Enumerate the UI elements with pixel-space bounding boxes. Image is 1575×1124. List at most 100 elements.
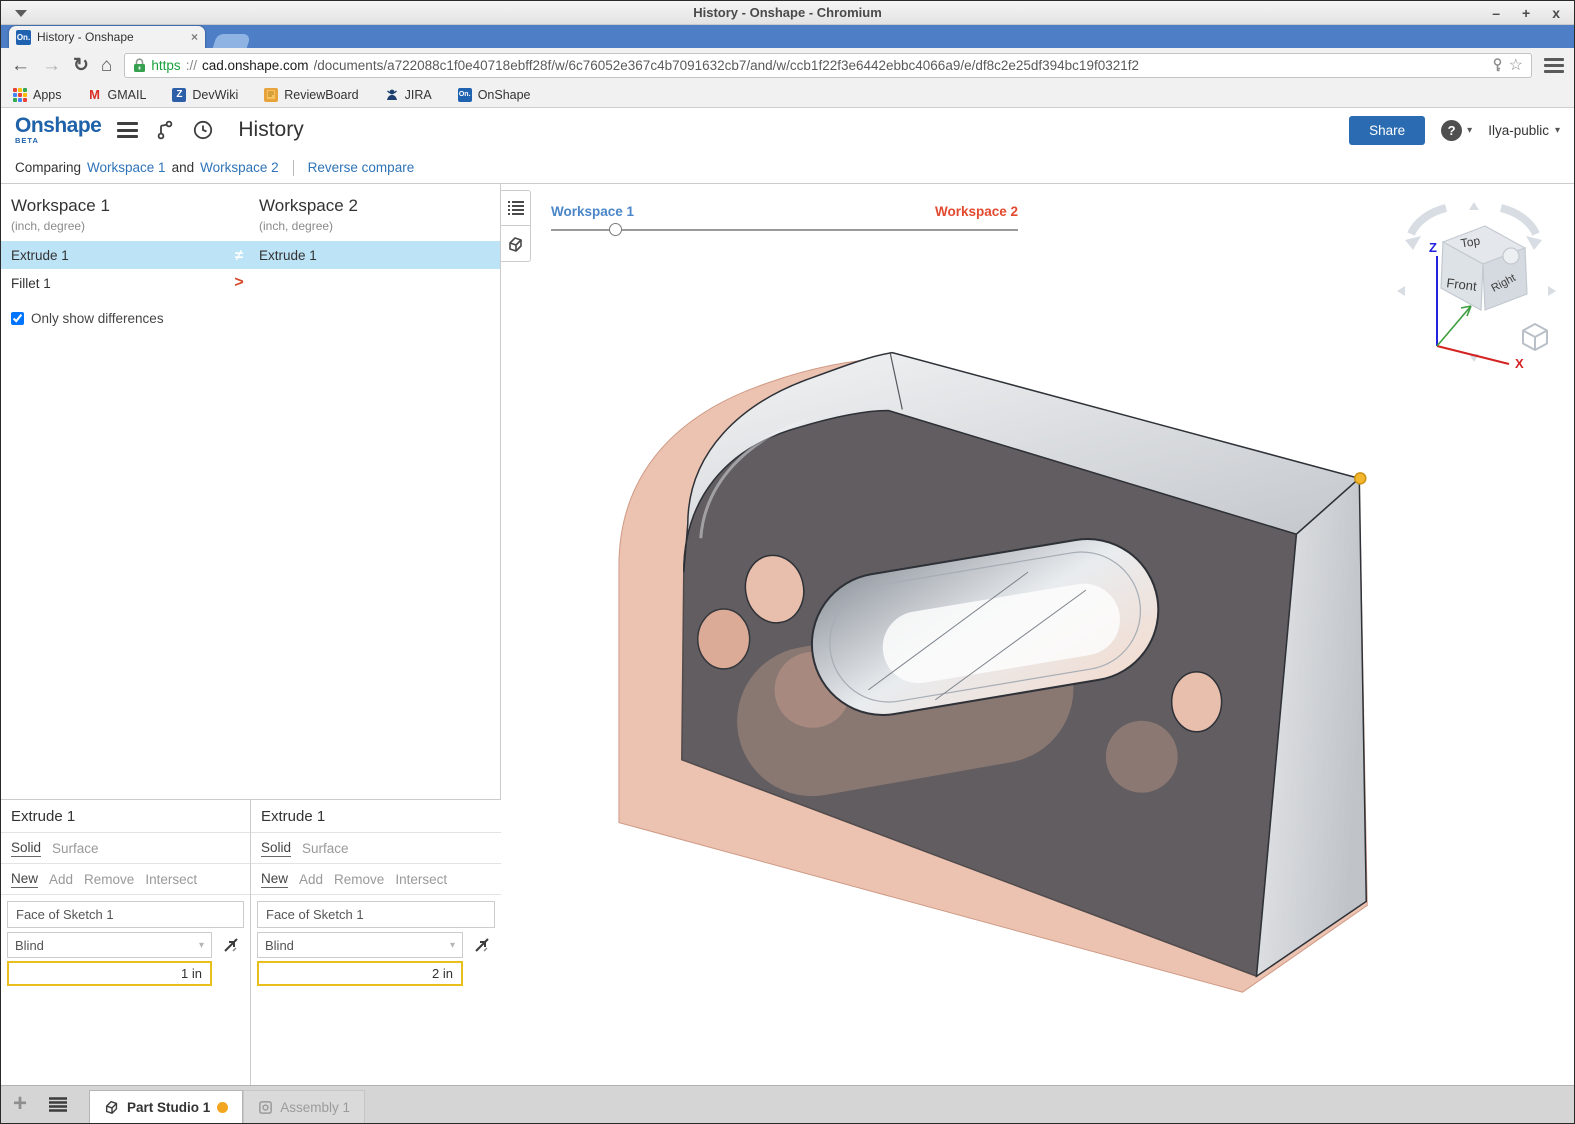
solid-toggle[interactable]: Solid bbox=[261, 840, 291, 857]
feature-title: Extrude 1 bbox=[251, 800, 501, 833]
tab-assembly-1[interactable]: Assembly 1 bbox=[243, 1090, 365, 1123]
help-menu[interactable]: ? ▾ bbox=[1441, 120, 1472, 141]
solid-toggle[interactable]: Solid bbox=[11, 840, 41, 857]
op-new-toggle[interactable]: New bbox=[11, 871, 38, 888]
slider-workspace2-label[interactable]: Workspace 2 bbox=[935, 204, 1018, 219]
maximize-button[interactable]: + bbox=[1522, 6, 1530, 20]
feature-diff-row-fillet[interactable]: Fillet 1 > bbox=[1, 269, 500, 297]
surface-toggle[interactable]: Surface bbox=[52, 841, 99, 856]
panel-view-tabs bbox=[501, 190, 531, 262]
workspace2-panel-title: Workspace 2 bbox=[259, 196, 500, 216]
bookmark-star-icon[interactable]: ☆ bbox=[1509, 55, 1523, 75]
url-path: /documents/a722088c1f0e40718ebff28f/w/6c… bbox=[314, 58, 1486, 73]
bookmark-onshape[interactable]: On. OnShape bbox=[458, 88, 531, 102]
workspace1-link[interactable]: Workspace 1 bbox=[87, 160, 166, 175]
model-hole bbox=[698, 609, 750, 669]
url-scheme: https bbox=[151, 58, 180, 73]
op-remove-toggle[interactable]: Remove bbox=[334, 872, 384, 887]
only-show-differences-label: Only show differences bbox=[31, 311, 164, 326]
browser-window: History - Onshape - Chromium – + x On. H… bbox=[0, 0, 1575, 1124]
bookmark-apps[interactable]: Apps bbox=[13, 88, 62, 102]
selected-vertex-dot[interactable] bbox=[1355, 473, 1366, 484]
feature-detail-workspace2: Extrude 1 Solid Surface New Add Remove I… bbox=[251, 800, 501, 1085]
only-show-differences-checkbox[interactable] bbox=[11, 312, 24, 325]
bookmark-gmail[interactable]: M GMAIL bbox=[88, 88, 147, 102]
beta-badge: BETA bbox=[15, 137, 101, 145]
slider-track[interactable] bbox=[551, 229, 1018, 231]
depth-input[interactable]: 2 in bbox=[257, 961, 463, 986]
op-add-toggle[interactable]: Add bbox=[49, 872, 73, 887]
new-tab-button[interactable] bbox=[213, 34, 252, 48]
op-intersect-toggle[interactable]: Intersect bbox=[395, 872, 447, 887]
tab-close-icon[interactable]: × bbox=[191, 30, 198, 44]
part-view-tab[interactable] bbox=[501, 226, 531, 262]
address-bar[interactable]: https://cad.onshape.com/documents/a72208… bbox=[124, 53, 1532, 78]
page-title: History bbox=[238, 118, 303, 142]
flip-direction-button[interactable] bbox=[218, 932, 244, 958]
url-domain: cad.onshape.com bbox=[202, 58, 309, 73]
bookmark-devwiki[interactable]: Z DevWiki bbox=[172, 88, 238, 102]
reverse-compare-link[interactable]: Reverse compare bbox=[308, 160, 415, 175]
end-condition-value: Blind bbox=[265, 938, 294, 953]
share-button[interactable]: Share bbox=[1349, 116, 1425, 145]
graphics-viewport[interactable]: Workspace 1 Workspace 2 bbox=[501, 184, 1574, 1085]
workspace1-units: (inch, degree) bbox=[11, 219, 249, 233]
flip-direction-button[interactable] bbox=[469, 932, 495, 958]
main-menu-icon[interactable] bbox=[117, 122, 138, 138]
home-icon[interactable]: ⌂ bbox=[101, 56, 112, 75]
isometric-view-button[interactable] bbox=[1520, 322, 1550, 352]
forward-icon[interactable]: → bbox=[42, 56, 61, 75]
op-intersect-toggle[interactable]: Intersect bbox=[145, 872, 197, 887]
feature-name-left: Fillet 1 bbox=[1, 276, 219, 291]
key-icon[interactable] bbox=[1491, 58, 1504, 73]
slider-workspace1-label[interactable]: Workspace 1 bbox=[551, 204, 634, 219]
op-remove-toggle[interactable]: Remove bbox=[84, 872, 134, 887]
end-condition-select[interactable]: Blind ▾ bbox=[257, 932, 463, 958]
browser-tab[interactable]: On. History - Onshape × bbox=[9, 26, 205, 48]
user-menu[interactable]: Ilya-public ▾ bbox=[1488, 123, 1560, 138]
back-icon[interactable]: ← bbox=[11, 56, 30, 75]
tab-part-studio-1[interactable]: Part Studio 1 bbox=[89, 1090, 243, 1123]
modified-dot bbox=[217, 1102, 228, 1113]
reload-icon[interactable]: ↻ bbox=[73, 56, 89, 75]
tab-list-button[interactable] bbox=[49, 1085, 67, 1123]
list-view-tab[interactable] bbox=[501, 190, 531, 226]
close-button[interactable]: x bbox=[1552, 6, 1560, 20]
browser-tabstrip: On. History - Onshape × bbox=[1, 25, 1574, 48]
apps-grid-icon bbox=[13, 88, 27, 102]
history-clock-icon[interactable] bbox=[192, 119, 214, 141]
workspace2-link[interactable]: Workspace 2 bbox=[200, 160, 279, 175]
onshape-logo-text: Onshape bbox=[15, 114, 101, 137]
axis-x-label: X bbox=[1515, 356, 1524, 369]
chevron-down-icon: ▾ bbox=[199, 940, 204, 951]
add-tab-button[interactable]: + bbox=[13, 1092, 27, 1116]
ghost-hole bbox=[1106, 721, 1178, 793]
selection-list[interactable]: Face of Sketch 1 bbox=[257, 901, 495, 928]
feature-diff-row-extrude[interactable]: Extrude 1 ≠ Extrude 1 bbox=[1, 241, 500, 269]
depth-input[interactable]: 1 in bbox=[7, 961, 212, 986]
bookmark-label: JIRA bbox=[405, 88, 432, 102]
bookmarks-bar: Apps M GMAIL Z DevWiki ReviewBoard JIRA … bbox=[1, 82, 1574, 108]
minimize-button[interactable]: – bbox=[1492, 6, 1500, 20]
end-condition-select[interactable]: Blind ▾ bbox=[7, 932, 212, 958]
bookmark-jira[interactable]: JIRA bbox=[385, 88, 432, 102]
selection-list[interactable]: Face of Sketch 1 bbox=[7, 901, 244, 928]
bookmark-label: Apps bbox=[33, 88, 62, 102]
browser-menu-icon[interactable] bbox=[1544, 58, 1564, 73]
bookmark-reviewboard[interactable]: ReviewBoard bbox=[264, 88, 358, 102]
compare-conjunction: and bbox=[172, 160, 195, 175]
onshape-logo[interactable]: Onshape BETA bbox=[15, 115, 101, 145]
window-menu-icon[interactable] bbox=[15, 10, 27, 17]
view-cube-faces[interactable] bbox=[1441, 226, 1527, 310]
feature-name-left: Extrude 1 bbox=[1, 248, 219, 263]
workspace1-panel-title: Workspace 1 bbox=[11, 196, 249, 216]
not-equal-icon: ≠ bbox=[219, 247, 259, 264]
op-new-toggle[interactable]: New bbox=[261, 871, 288, 888]
assembly-icon bbox=[258, 1100, 273, 1115]
op-add-toggle[interactable]: Add bbox=[299, 872, 323, 887]
surface-toggle[interactable]: Surface bbox=[302, 841, 349, 856]
part-icon bbox=[507, 235, 525, 253]
workspace2-units: (inch, degree) bbox=[259, 219, 500, 233]
feature-detail-workspace1: Extrude 1 Solid Surface New Add Remove I… bbox=[1, 800, 251, 1085]
versions-icon[interactable] bbox=[154, 119, 176, 141]
